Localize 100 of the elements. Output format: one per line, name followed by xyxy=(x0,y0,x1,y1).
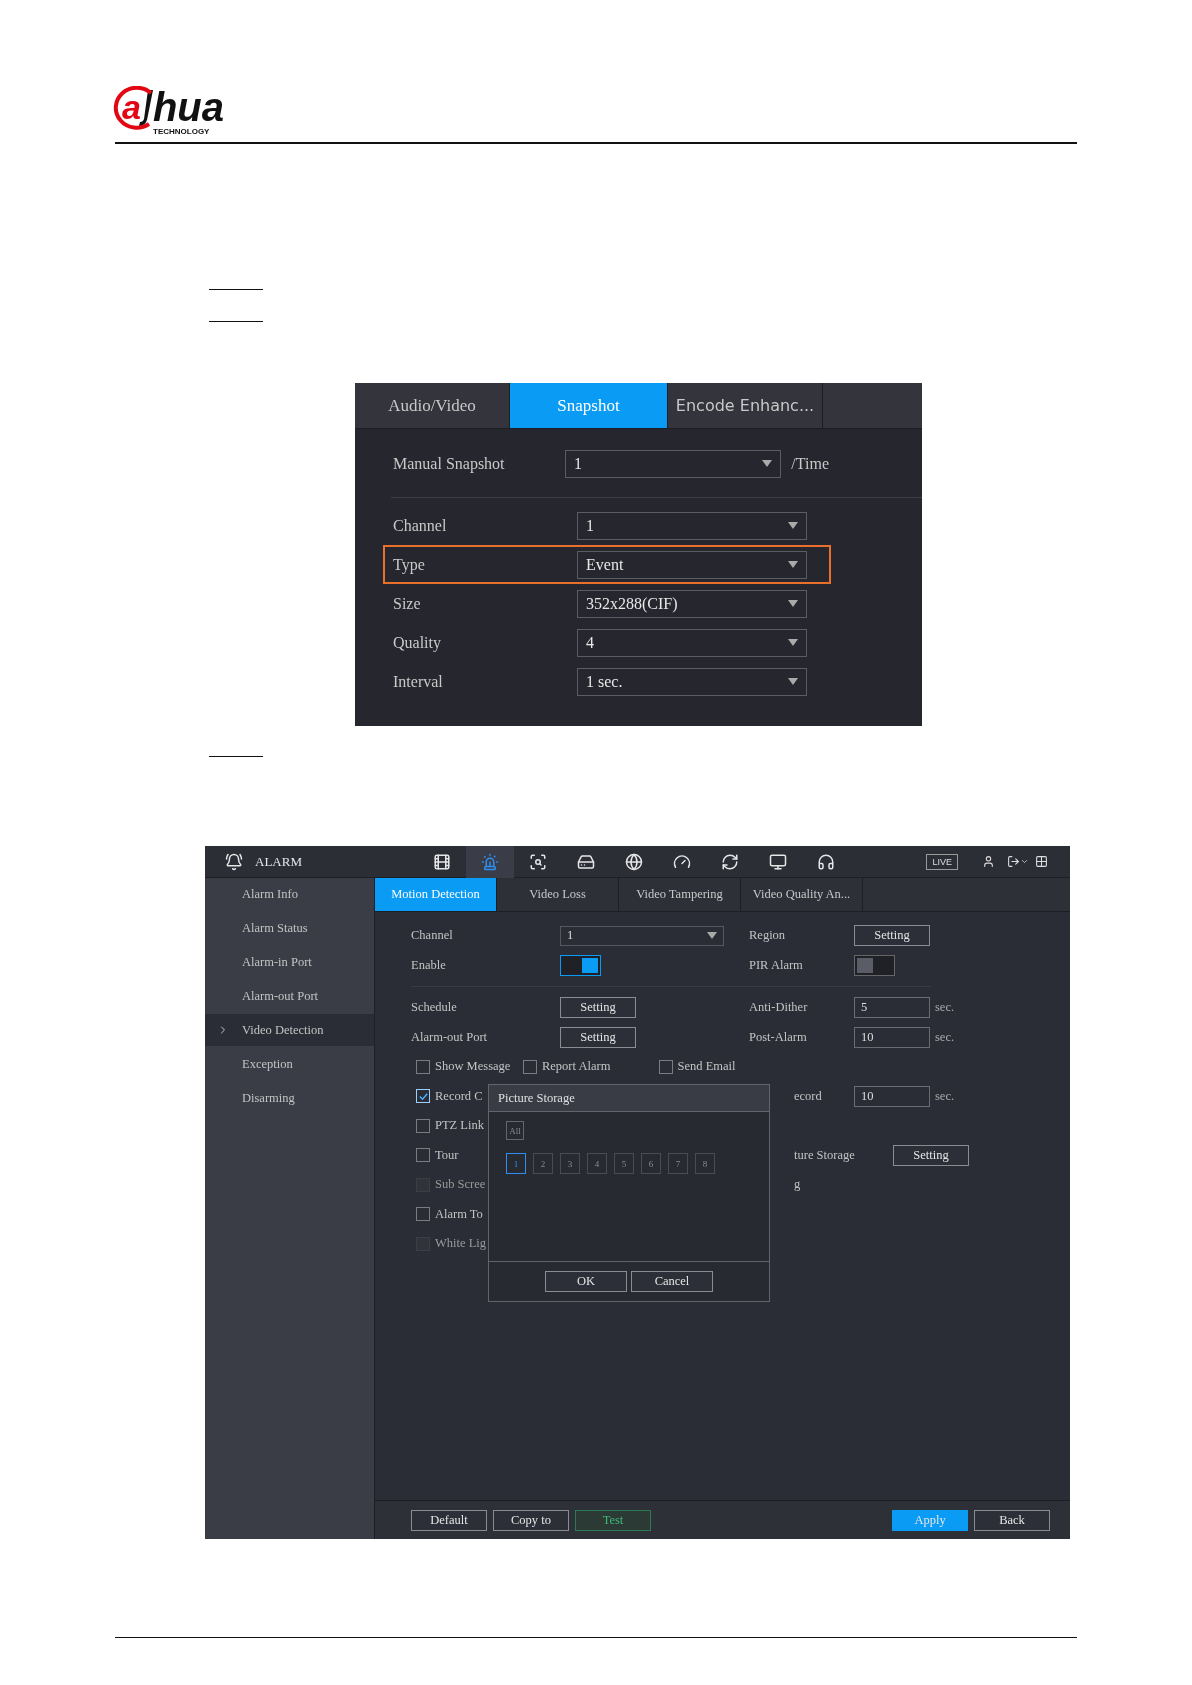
sidebar-item[interactable]: Alarm-in Port xyxy=(205,946,374,978)
checkbox-label: Tour xyxy=(435,1147,459,1163)
alarm-bell-icon xyxy=(225,852,243,871)
sidebar-item[interactable]: Disarming xyxy=(205,1082,374,1114)
checkbox[interactable] xyxy=(416,1059,430,1074)
dropdown[interactable]: 352x288(CIF) xyxy=(577,589,807,618)
hard-drive-icon xyxy=(577,852,595,871)
footer-button[interactable]: Default xyxy=(411,1509,487,1531)
headphones-icon xyxy=(817,852,835,871)
caret-icon xyxy=(788,639,798,646)
field-label: g xyxy=(794,1177,802,1193)
live-button[interactable]: LIVE xyxy=(926,853,958,870)
sidebar-item[interactable]: Alarm Status xyxy=(205,912,374,944)
checkbox-label: Record C xyxy=(435,1088,483,1104)
checkbox-label: Show Message xyxy=(435,1059,511,1075)
user-icon[interactable] xyxy=(982,855,995,868)
ok-button[interactable]: OK xyxy=(545,1271,627,1292)
checkbox-label: Report Alarm xyxy=(542,1059,611,1075)
field-label: Anti-Dither xyxy=(749,1000,809,1016)
setting-button[interactable]: Setting xyxy=(854,925,930,947)
caret-icon xyxy=(788,678,798,685)
globe-icon xyxy=(625,852,643,871)
checkbox-label: PTZ Link xyxy=(435,1118,484,1134)
caret-icon xyxy=(1020,857,1029,866)
logout-icon[interactable] xyxy=(1007,855,1020,868)
dropdown[interactable]: 1 xyxy=(577,511,807,540)
field-label: Region xyxy=(749,928,787,944)
film-icon xyxy=(433,852,451,871)
field-label: Quality xyxy=(393,633,442,652)
sidebar-item[interactable]: Alarm-out Port xyxy=(205,980,374,1012)
checkbox-label: White Lig xyxy=(435,1236,487,1252)
channel-checkbox[interactable]: 8 xyxy=(695,1153,715,1174)
logo-tagline: TECHNOLOGY xyxy=(153,127,211,136)
setting-button[interactable]: Setting xyxy=(893,1144,969,1166)
channel-checkbox[interactable]: 7 xyxy=(668,1153,688,1174)
field-label: Channel xyxy=(411,928,454,944)
screen-title: ALARM xyxy=(255,853,303,870)
channel-checkbox[interactable]: 4 xyxy=(587,1153,607,1174)
setting-button[interactable]: Setting xyxy=(560,997,636,1019)
refresh-icon xyxy=(721,852,739,871)
input-field[interactable]: 10 xyxy=(854,1085,930,1107)
footer-button[interactable]: Copy to xyxy=(493,1509,569,1531)
menu-button[interactable] xyxy=(466,845,514,878)
sidebar-item[interactable]: Alarm Info xyxy=(205,878,374,910)
cancel-button[interactable]: Cancel xyxy=(631,1271,713,1292)
dropdown[interactable]: 1 sec. xyxy=(577,667,807,696)
grid-icon[interactable] xyxy=(1035,855,1048,868)
input-field[interactable]: 5 xyxy=(854,997,930,1019)
field-label: Enable xyxy=(411,957,447,973)
unit-label: sec. xyxy=(935,1000,955,1016)
dropdown[interactable]: 4 xyxy=(577,628,807,657)
field-label: Type xyxy=(393,555,426,574)
channel-checkbox[interactable]: 2 xyxy=(533,1153,553,1174)
channel-checkbox[interactable]: 1 xyxy=(506,1153,526,1174)
logo-letter: a xyxy=(122,88,141,126)
checkbox[interactable] xyxy=(523,1059,537,1074)
siren-icon xyxy=(481,852,499,871)
search-icon xyxy=(529,852,547,871)
footer-button[interactable]: Test xyxy=(575,1509,651,1531)
caret-icon xyxy=(788,600,798,607)
caret-icon xyxy=(788,561,798,568)
toggle-switch[interactable] xyxy=(854,954,895,976)
field-label: Manual Snapshot xyxy=(393,454,506,473)
sidebar-item[interactable]: Video Detection xyxy=(205,1014,374,1046)
channel-checkbox[interactable]: 6 xyxy=(641,1153,661,1174)
channel-checkbox[interactable]: 3 xyxy=(560,1153,580,1174)
field-label: Size xyxy=(393,594,422,613)
input-field[interactable]: 10 xyxy=(854,1026,930,1048)
field-label: ture Storage xyxy=(794,1147,856,1163)
checkbox[interactable] xyxy=(416,1207,430,1222)
field-label: Alarm-out Port xyxy=(411,1029,489,1045)
unit-label: sec. xyxy=(935,1088,955,1104)
dropdown[interactable]: 1 xyxy=(560,925,724,946)
sidebar-item[interactable]: Exception xyxy=(205,1048,374,1080)
footer-button[interactable]: Back xyxy=(974,1509,1050,1531)
tab[interactable]: Video Quality An... xyxy=(741,878,863,911)
checkbox[interactable] xyxy=(416,1148,430,1163)
field-label: Schedule xyxy=(411,1000,458,1016)
checkbox[interactable] xyxy=(416,1118,430,1133)
unit-label: /Time xyxy=(791,454,829,473)
checkbox[interactable] xyxy=(658,1059,673,1074)
caret-icon xyxy=(762,460,773,467)
field-label: Post-Alarm xyxy=(749,1029,808,1045)
checkbox-label: Send Email xyxy=(677,1059,736,1075)
tab[interactable]: Video Tampering xyxy=(619,878,741,911)
dialog-title: Picture Storage xyxy=(489,1085,769,1112)
caret-icon xyxy=(707,932,717,940)
checkbox-label: Sub Scree xyxy=(435,1177,486,1193)
tab[interactable]: Video Loss xyxy=(497,878,619,911)
dropdown[interactable]: Event xyxy=(577,550,807,579)
toggle-switch[interactable] xyxy=(560,954,601,976)
field-label: PIR Alarm xyxy=(749,957,804,973)
tab[interactable]: Encode Enhanc... xyxy=(668,383,823,428)
field-label: Channel xyxy=(393,516,448,535)
logo-stroke-icon xyxy=(138,90,153,126)
setting-button[interactable]: Setting xyxy=(560,1026,636,1048)
checkbox-label: Alarm To xyxy=(435,1206,483,1222)
channel-checkbox[interactable]: 5 xyxy=(614,1153,634,1174)
dropdown[interactable]: 1 xyxy=(565,449,782,478)
caret-icon xyxy=(788,522,798,529)
